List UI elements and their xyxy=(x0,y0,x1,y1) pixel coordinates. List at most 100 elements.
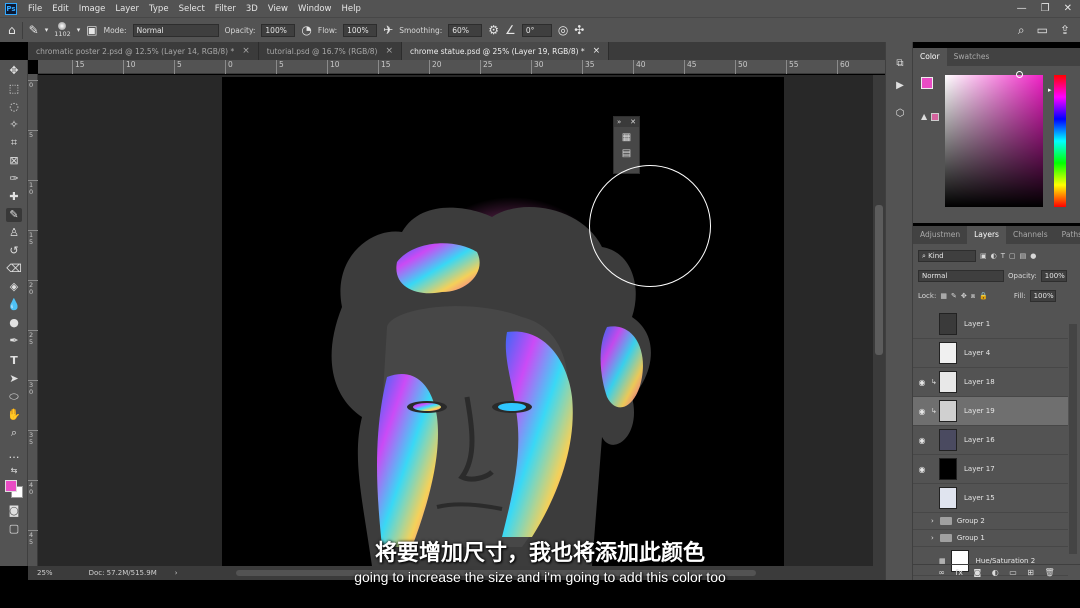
document-canvas[interactable] xyxy=(222,77,784,566)
lock-image-icon[interactable]: ✎ xyxy=(951,292,957,300)
share-icon[interactable]: ⇪ xyxy=(1060,23,1070,38)
tab-layers[interactable]: Layers xyxy=(967,226,1006,244)
foreground-color-swatch[interactable] xyxy=(5,480,17,492)
layer-row[interactable]: Layer 1 xyxy=(913,310,1068,339)
menu-image[interactable]: Image xyxy=(74,4,111,14)
history-icon[interactable]: ⧉ xyxy=(893,58,907,72)
shape-tool-icon[interactable]: ⬭ xyxy=(6,390,22,404)
layer-name[interactable]: Layer 1 xyxy=(964,320,990,328)
filter-shape-icon[interactable]: ▢ xyxy=(1009,252,1016,260)
pressure-size-icon[interactable]: ◎ xyxy=(558,23,568,37)
hue-slider[interactable] xyxy=(1054,75,1066,207)
minimize-icon[interactable]: — xyxy=(1017,3,1027,14)
symmetry-icon[interactable]: ✣ xyxy=(574,23,584,37)
websafe-color-swatch[interactable] xyxy=(931,113,939,121)
filter-adjustment-icon[interactable]: ◐ xyxy=(991,252,997,260)
opacity-input[interactable]: 100% xyxy=(261,23,296,37)
layers-scrollbar[interactable] xyxy=(1069,324,1077,554)
gear-icon[interactable]: ⚙ xyxy=(488,23,499,37)
chevron-down-icon[interactable]: ▾ xyxy=(77,26,81,34)
pressure-opacity-icon[interactable]: ◔ xyxy=(301,23,311,37)
marquee-tool-icon[interactable]: ⬚ xyxy=(6,82,22,96)
3d-cube-icon[interactable]: ⬡ xyxy=(893,108,907,122)
menu-filter[interactable]: Filter xyxy=(210,4,241,14)
eraser-tool-icon[interactable]: ⌫ xyxy=(6,262,22,276)
lock-all-icon[interactable]: 🔒 xyxy=(979,292,988,300)
paint-bucket-tool-icon[interactable]: ◈ xyxy=(6,280,22,294)
filter-type-icon[interactable]: T xyxy=(1001,252,1005,260)
warning-icon[interactable]: ▲ xyxy=(921,112,927,121)
layer-row[interactable]: ◉ ↳ Layer 18 xyxy=(913,368,1068,397)
menu-type[interactable]: Type xyxy=(144,4,174,14)
tab-color[interactable]: Color xyxy=(913,48,947,66)
close-icon[interactable]: × xyxy=(385,46,393,56)
layer-name[interactable]: Layer 16 xyxy=(964,436,995,444)
layer-row[interactable]: ◉ Layer 16 xyxy=(913,426,1068,455)
filter-smart-object-icon[interactable]: ▤ xyxy=(1020,252,1027,260)
filter-toggle-icon[interactable]: ● xyxy=(1030,252,1036,260)
play-icon[interactable]: ▶ xyxy=(893,80,907,94)
close-icon[interactable]: ✕ xyxy=(1064,3,1072,14)
layer-row[interactable]: ◉ Layer 17 xyxy=(913,455,1068,484)
layer-opacity-input[interactable]: 100% xyxy=(1040,270,1067,282)
lock-artboard-icon[interactable]: ⧈ xyxy=(971,292,975,301)
filter-pixel-icon[interactable]: ▣ xyxy=(980,252,987,260)
menu-file[interactable]: File xyxy=(23,4,47,14)
crop-tool-icon[interactable]: ⌗ xyxy=(6,136,22,150)
layer-row[interactable]: › Group 2 xyxy=(913,513,1068,530)
eye-icon[interactable]: ◉ xyxy=(913,436,931,445)
type-tool-icon[interactable]: T xyxy=(6,354,22,368)
layer-row[interactable]: Layer 4 xyxy=(913,339,1068,368)
dodge-tool-icon[interactable]: ● xyxy=(6,316,22,330)
brush-settings-icon[interactable]: ▣ xyxy=(86,23,97,37)
move-tool-icon[interactable]: ✥ xyxy=(6,64,22,78)
library-icon[interactable]: ▤ xyxy=(614,148,639,159)
eye-icon[interactable]: ◉ xyxy=(913,407,931,416)
home-icon[interactable]: ⌂ xyxy=(8,23,16,37)
layer-thumbnail[interactable] xyxy=(939,429,957,451)
menu-help[interactable]: Help xyxy=(337,4,366,14)
menu-window[interactable]: Window xyxy=(293,4,337,14)
layer-name[interactable]: Layer 18 xyxy=(964,378,995,386)
layer-name[interactable]: Layer 4 xyxy=(964,349,990,357)
layer-thumbnail[interactable] xyxy=(939,487,957,509)
canvas-vertical-scrollbar[interactable] xyxy=(873,75,885,566)
lock-position-icon[interactable]: ✥ xyxy=(961,292,967,300)
hand-tool-icon[interactable]: ✋ xyxy=(6,408,22,422)
layer-thumbnail[interactable] xyxy=(939,313,957,335)
collapse-icon[interactable]: » xyxy=(617,117,621,127)
close-icon[interactable]: ✕ xyxy=(630,117,636,127)
menu-3d[interactable]: 3D xyxy=(241,4,263,14)
layer-thumbnail[interactable] xyxy=(939,342,957,364)
brush-tool-icon[interactable]: ✎ xyxy=(6,208,22,222)
chevron-right-icon[interactable]: › xyxy=(931,517,934,525)
history-brush-tool-icon[interactable]: ↺ xyxy=(6,244,22,258)
close-icon[interactable]: × xyxy=(593,46,601,56)
healing-brush-tool-icon[interactable]: ✚ xyxy=(6,190,22,204)
mini-panel-header[interactable]: » ✕ xyxy=(614,117,639,127)
quick-select-tool-icon[interactable]: ✧ xyxy=(6,118,22,132)
brush-tool-icon[interactable]: ✎ xyxy=(29,23,39,37)
layer-name[interactable]: Layer 19 xyxy=(964,407,995,415)
screen-mode-icon[interactable]: ▢ xyxy=(6,522,22,536)
eyedropper-tool-icon[interactable]: ✑ xyxy=(6,172,22,186)
fill-input[interactable]: 100% xyxy=(1029,290,1056,302)
menu-layer[interactable]: Layer xyxy=(110,4,144,14)
blur-tool-icon[interactable]: 💧 xyxy=(6,298,22,312)
color-picker-marker[interactable] xyxy=(1016,71,1023,78)
tab-paths[interactable]: Paths xyxy=(1055,226,1080,244)
menu-view[interactable]: View xyxy=(263,4,293,14)
close-icon[interactable]: × xyxy=(242,46,250,56)
restore-icon[interactable]: ❐ xyxy=(1041,3,1050,14)
layer-thumbnail[interactable] xyxy=(939,371,957,393)
eye-icon[interactable]: ◉ xyxy=(913,378,931,387)
chevron-down-icon[interactable]: ▾ xyxy=(45,26,49,34)
more-tools-icon[interactable]: … xyxy=(6,448,22,462)
path-select-tool-icon[interactable]: ➤ xyxy=(6,372,22,386)
canvas-area[interactable] xyxy=(38,75,873,566)
airbrush-icon[interactable]: ✈ xyxy=(383,23,393,37)
smoothing-input[interactable]: 60% xyxy=(448,23,483,37)
tab-chromatic-poster[interactable]: chromatic poster 2.psd @ 12.5% (Layer 14… xyxy=(28,42,259,60)
tab-adjustments[interactable]: Adjustmen xyxy=(913,226,967,244)
workspace-icon[interactable]: ▭ xyxy=(1037,23,1048,38)
